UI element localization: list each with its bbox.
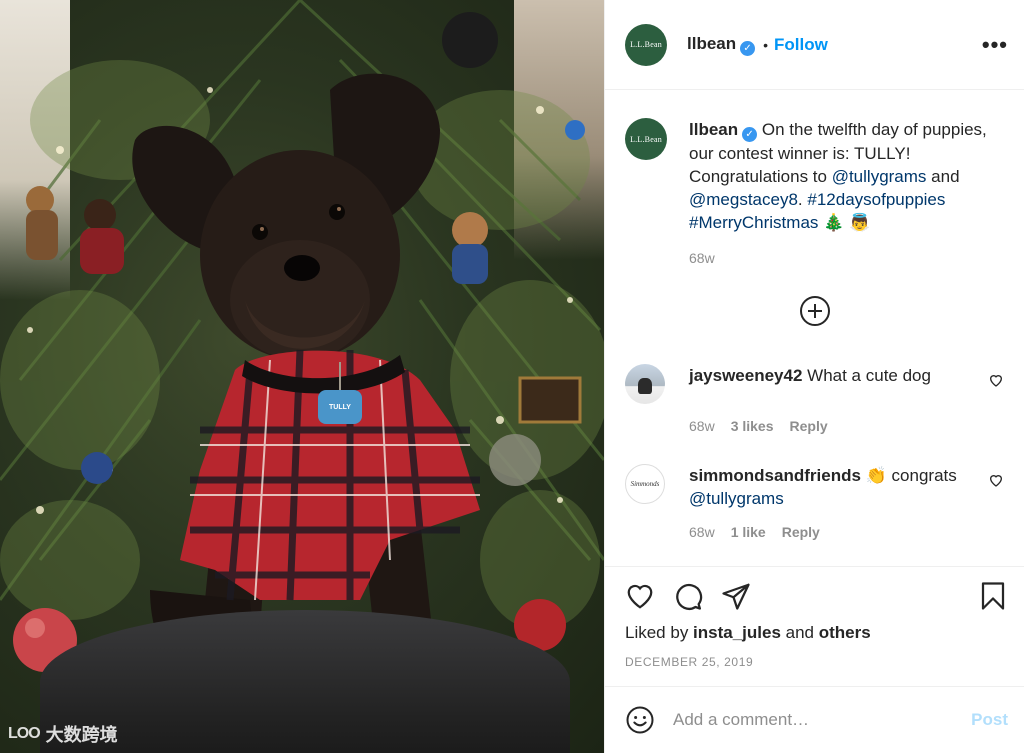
- post-comment-button[interactable]: Post: [971, 710, 1008, 730]
- author-username-text[interactable]: llbean: [687, 34, 736, 53]
- watermark-logo: LOO: [8, 725, 41, 742]
- commenter-username[interactable]: jaysweeney42: [689, 366, 802, 385]
- reply-button[interactable]: Reply: [790, 418, 828, 434]
- comment-likes-count[interactable]: 1 like: [731, 524, 766, 540]
- comment-input[interactable]: [673, 710, 972, 730]
- mention-link[interactable]: @tullygrams: [689, 489, 784, 508]
- post-image[interactable]: TULLY LOO 大数跨境: [0, 0, 604, 753]
- comment-text: simmondsandfriends 👏 congrats @tullygram…: [689, 464, 979, 510]
- save-bookmark-icon[interactable]: [978, 581, 1008, 611]
- comment-timestamp[interactable]: 68w: [689, 524, 715, 540]
- watermark-text: 大数跨境: [45, 725, 118, 745]
- like-comment-heart-icon[interactable]: [988, 372, 1004, 388]
- liked-by-user[interactable]: insta_jules: [693, 623, 781, 642]
- separator-dot: •: [763, 36, 769, 53]
- stool: [40, 610, 570, 753]
- watermark: LOO 大数跨境: [8, 721, 118, 747]
- caption-timestamp[interactable]: 68w: [689, 250, 1004, 266]
- emoji-smiley-icon[interactable]: [625, 705, 655, 735]
- like-comment-heart-icon[interactable]: [988, 472, 1004, 488]
- liked-by-middle: and: [780, 623, 819, 642]
- add-comment-bar: Post: [605, 686, 1024, 753]
- action-icons: [625, 581, 1008, 611]
- verified-badge-icon: ✓: [742, 127, 758, 142]
- more-options-icon[interactable]: •••: [982, 33, 1008, 56]
- dog-name-tag: TULLY: [329, 404, 351, 411]
- liked-by-text: Liked by insta_jules and others: [625, 623, 1008, 643]
- caption-text: llbean ✓ On the twelfth day of puppies, o…: [689, 118, 1004, 234]
- comment-content: 👏 congrats: [865, 466, 957, 485]
- commenter-avatar[interactable]: [625, 364, 665, 404]
- mention-link[interactable]: @tullygrams: [832, 167, 927, 186]
- load-more-comments[interactable]: [625, 296, 1004, 326]
- commenter-username[interactable]: simmondsandfriends: [689, 466, 861, 485]
- hashtag-link[interactable]: #12daysofpuppies: [807, 190, 945, 209]
- hashtag-link[interactable]: #MerryChristmas: [689, 213, 818, 232]
- comment-meta: 68w 3 likes Reply: [689, 418, 1004, 434]
- comment-item: Simmonds simmondsandfriends 👏 congrats @…: [625, 464, 1004, 510]
- comment-content: What a cute dog: [807, 366, 931, 385]
- caption-username[interactable]: llbean: [689, 120, 738, 139]
- post-date[interactable]: DECEMBER 25, 2019: [625, 655, 1008, 669]
- caption-author-avatar[interactable]: L.L.Bean: [625, 118, 667, 160]
- comment-bubble-icon[interactable]: [673, 581, 703, 611]
- caption-text-3: .: [797, 190, 808, 209]
- post-details-panel: L.L.Bean llbean ✓ • Follow ••• L.L.Bean l…: [604, 0, 1024, 753]
- commenter-avatar[interactable]: Simmonds: [625, 464, 665, 504]
- liked-by-prefix: Liked by: [625, 623, 694, 642]
- liked-by-others[interactable]: others: [819, 623, 871, 642]
- post-header: L.L.Bean llbean ✓ • Follow •••: [605, 0, 1024, 90]
- author-username[interactable]: llbean ✓: [687, 34, 756, 56]
- post-caption: L.L.Bean llbean ✓ On the twelfth day of p…: [625, 90, 1004, 234]
- caption-emoji: 🎄 👼: [823, 213, 871, 232]
- mention-link[interactable]: @megstacey8: [689, 190, 798, 209]
- comments-section: L.L.Bean llbean ✓ On the twelfth day of p…: [605, 90, 1024, 540]
- comment-timestamp[interactable]: 68w: [689, 418, 715, 434]
- comment-text: jaysweeney42 What a cute dog: [689, 364, 979, 404]
- comment-item: jaysweeney42 What a cute dog: [625, 364, 1004, 404]
- verified-badge-icon: ✓: [740, 40, 756, 56]
- reply-button[interactable]: Reply: [782, 524, 820, 540]
- comment-meta: 68w 1 like Reply: [689, 524, 1004, 540]
- like-heart-icon[interactable]: [625, 581, 655, 611]
- plus-circle-icon[interactable]: [799, 296, 830, 326]
- follow-button[interactable]: Follow: [774, 35, 828, 55]
- share-paper-plane-icon[interactable]: [721, 581, 751, 611]
- comment-likes-count[interactable]: 3 likes: [731, 418, 774, 434]
- caption-text-2: and: [926, 167, 960, 186]
- author-avatar[interactable]: L.L.Bean: [625, 23, 667, 66]
- post-actions: Liked by insta_jules and others DECEMBER…: [605, 566, 1024, 669]
